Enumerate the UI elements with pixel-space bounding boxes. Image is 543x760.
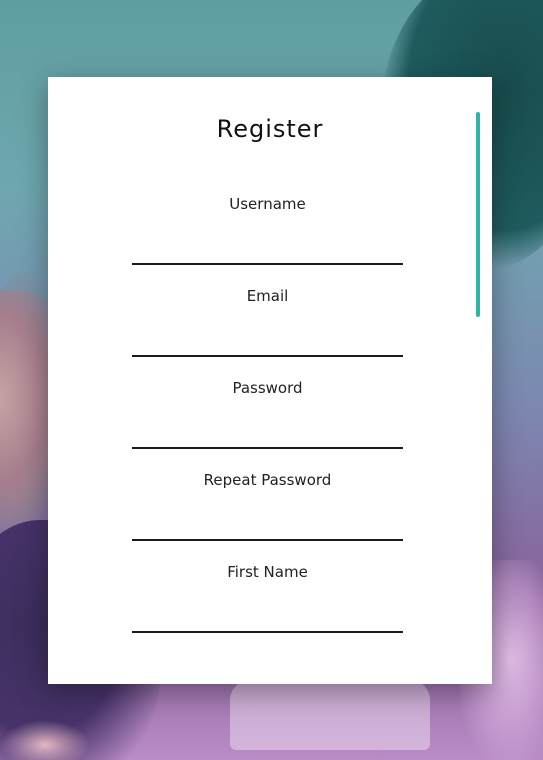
username-field: Username bbox=[132, 195, 403, 265]
username-input[interactable] bbox=[132, 227, 403, 265]
email-label: Email bbox=[246, 287, 289, 305]
background-photo-device bbox=[230, 680, 430, 750]
repeat-password-field: Repeat Password bbox=[132, 471, 403, 541]
register-title: Register bbox=[216, 115, 324, 143]
page-background: Register Username Email Password Repeat … bbox=[0, 0, 543, 760]
password-field: Password bbox=[132, 379, 403, 449]
register-card: Register Username Email Password Repeat … bbox=[48, 77, 492, 684]
first-name-input[interactable] bbox=[132, 595, 403, 633]
first-name-field: First Name bbox=[132, 563, 403, 633]
first-name-label: First Name bbox=[227, 563, 308, 581]
repeat-password-label: Repeat Password bbox=[203, 471, 332, 489]
username-label: Username bbox=[229, 195, 306, 213]
background-photo-hand bbox=[0, 720, 90, 760]
email-input[interactable] bbox=[132, 319, 403, 357]
password-input[interactable] bbox=[132, 411, 403, 449]
repeat-password-input[interactable] bbox=[132, 503, 403, 541]
email-field: Email bbox=[132, 287, 403, 357]
password-label: Password bbox=[232, 379, 303, 397]
